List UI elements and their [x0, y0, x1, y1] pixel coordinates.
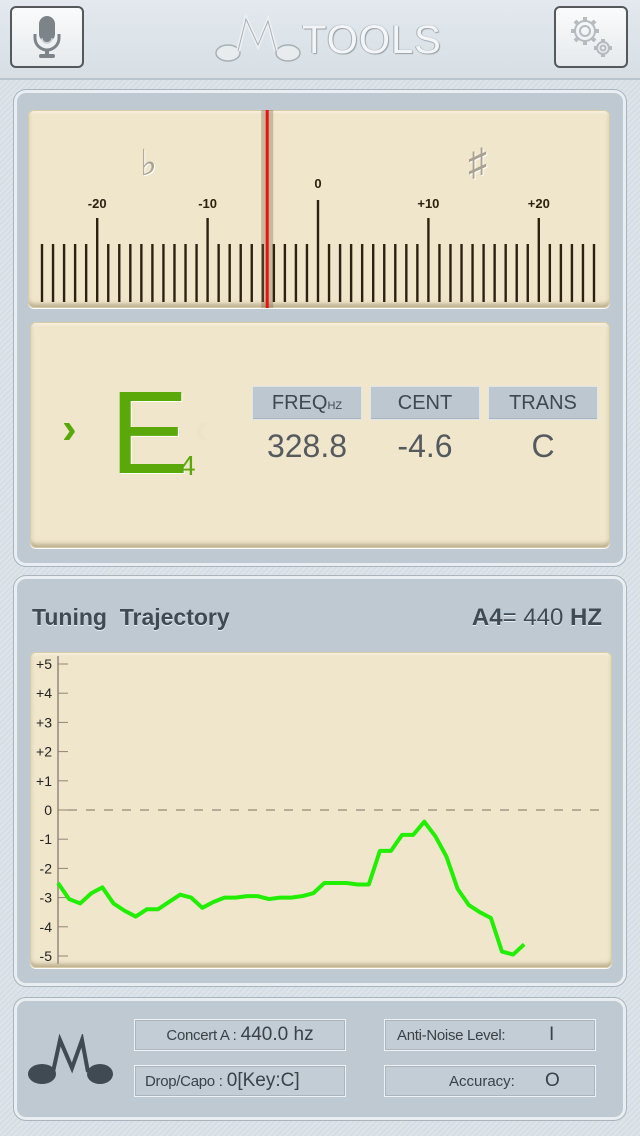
y-tick-label: -3	[40, 890, 53, 906]
y-tick-label: -5	[40, 948, 53, 964]
gears-icon	[571, 17, 612, 57]
meter-label: -10	[198, 196, 217, 211]
a4-value: 440	[523, 604, 564, 631]
trajectory-chart: +5 +4 +3 +2 +1 0 -1 -2 -3 -4 -5	[30, 652, 612, 968]
y-tick-label: -1	[40, 831, 53, 847]
cent-header: CENT	[370, 386, 480, 420]
anti-noise-value: I	[549, 1024, 555, 1045]
meter-label: +20	[528, 196, 550, 211]
y-tick-label: 0	[44, 802, 52, 818]
a4-unit: HZ	[570, 604, 602, 631]
freq-header: FREQ HZ	[252, 386, 362, 420]
cent-value: -4.6	[397, 428, 453, 464]
concert-a-setting[interactable]: Concert A : 440.0 hz	[134, 1019, 346, 1051]
freq-header-unit: HZ	[327, 400, 343, 412]
accuracy-value: O	[545, 1070, 560, 1091]
a4-label: A4	[471, 604, 503, 631]
drop-capo-value: 0[Key:C]	[226, 1070, 300, 1091]
freq-value: 328.8	[266, 428, 348, 464]
a4-equals: =	[502, 604, 517, 631]
trans-value: C	[531, 428, 555, 464]
y-tick-label: -2	[40, 860, 53, 876]
y-tick-label: +1	[36, 773, 52, 789]
cent-meter: ♭ ♯ -20 -10 0 +10 +20	[28, 110, 610, 308]
music-note-m-icon	[215, 15, 301, 62]
meter-label: 0	[314, 176, 321, 191]
top-bar: TOOLS	[0, 0, 640, 80]
app-logo: TOOLS	[214, 12, 442, 68]
freq-header-label: FREQ	[271, 391, 328, 414]
y-tick-label: +2	[36, 744, 52, 760]
flat-indicator-arrow: ›	[62, 404, 77, 453]
note-octave: 4	[180, 450, 196, 481]
trajectory-title: Tuning Trajectory	[32, 604, 230, 630]
trajectory-line	[56, 819, 526, 957]
note-name: E	[110, 367, 189, 499]
a4-reference: A4= 440 HZ	[472, 604, 602, 632]
trans-header-label: TRANS	[509, 391, 577, 414]
accuracy-setting[interactable]: Accuracy: O	[384, 1065, 596, 1097]
concert-a-value: 440.0 hz	[240, 1024, 314, 1045]
y-tick-label: +4	[36, 685, 52, 701]
meter-label: +10	[417, 196, 439, 211]
sharp-indicator-arrow: ‹	[194, 404, 209, 453]
meter-scale: -20 -10 0 +10 +20	[40, 110, 596, 308]
settings-button[interactable]	[554, 6, 628, 68]
anti-noise-label: Anti-Noise Level:	[397, 1026, 506, 1044]
trajectory-plot: +5 +4 +3 +2 +1 0 -1 -2 -3 -4 -5	[36, 656, 606, 964]
concert-a-label: Concert A :	[166, 1026, 237, 1044]
meter-label: -20	[88, 196, 107, 211]
y-tick-label: +5	[36, 656, 52, 672]
app-title: TOOLS	[302, 17, 442, 62]
microphone-icon	[33, 16, 61, 58]
drop-capo-setting[interactable]: Drop/Capo : 0[Key:C]	[134, 1065, 346, 1097]
trans-header: TRANS	[488, 386, 598, 420]
anti-noise-setting[interactable]: Anti-Noise Level: I	[384, 1019, 596, 1051]
y-tick-label: -4	[40, 919, 53, 935]
microphone-button[interactable]	[10, 6, 84, 68]
m-logo-icon	[28, 1034, 113, 1084]
drop-capo-label: Drop/Capo :	[145, 1072, 223, 1090]
accuracy-label: Accuracy:	[449, 1072, 515, 1090]
y-tick-label: +3	[36, 714, 52, 730]
cent-header-label: CENT	[397, 391, 453, 414]
